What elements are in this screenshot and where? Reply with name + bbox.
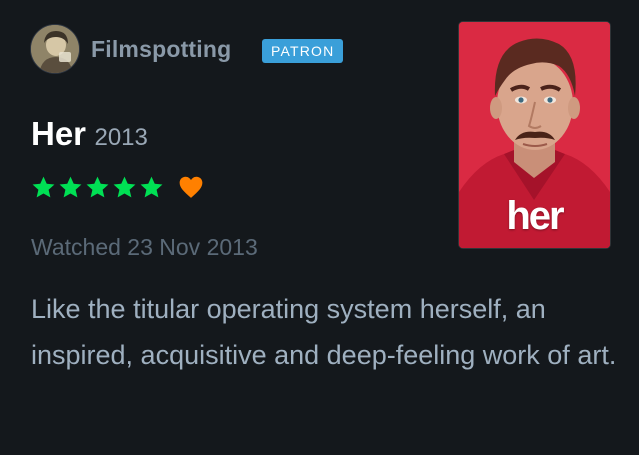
review-text: Like the titular operating system hersel… xyxy=(31,294,617,370)
star-icon xyxy=(59,176,82,197)
film-title[interactable]: Her xyxy=(31,115,86,152)
star-icon xyxy=(113,176,136,197)
film-poster[interactable]: her xyxy=(459,22,610,248)
review-card: Filmspotting PATRON Her 2013 Watched 23 … xyxy=(0,0,639,455)
user-avatar[interactable] xyxy=(30,24,80,74)
film-year[interactable]: 2013 xyxy=(94,124,147,151)
watched-date: Watched 23 Nov 2013 xyxy=(31,234,258,260)
patron-badge: PATRON xyxy=(262,39,344,63)
film-title-row: Her 2013 xyxy=(31,112,148,163)
heart-icon xyxy=(179,176,203,198)
avatar-image xyxy=(31,25,79,73)
username[interactable]: Filmspotting xyxy=(91,34,231,64)
rating xyxy=(31,170,204,204)
star-icon xyxy=(32,176,55,197)
poster-title: her xyxy=(506,194,564,238)
star-icon xyxy=(140,176,163,197)
star-icon xyxy=(86,176,109,197)
